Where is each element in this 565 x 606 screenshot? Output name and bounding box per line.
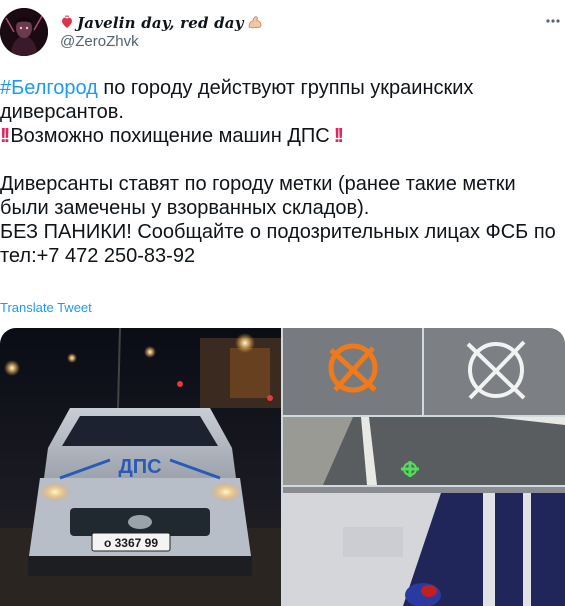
tweet-line2-text: Возможно похищение машин ДПС (10, 125, 330, 147)
tweet-line3-text: Диверсанты ставят по городу метки (ранее… (0, 173, 522, 219)
tweet-text: #Белгород по городу действуют группы укр… (0, 76, 560, 268)
tweet-header: Javelin day, red day @ZeroZhvk (0, 0, 565, 66)
photo-white-mark[interactable] (424, 328, 565, 415)
dps-label: ДПС (118, 456, 161, 478)
more-icon (546, 19, 560, 23)
name-row[interactable]: Javelin day, red day (60, 13, 263, 33)
hashtag-link[interactable]: #Белгород (0, 77, 98, 99)
photo-cctv[interactable] (283, 487, 565, 606)
license-plate: о 3367 99 (104, 536, 158, 550)
translate-tweet-link[interactable]: Translate Tweet (0, 300, 92, 315)
avatar-image (0, 8, 48, 56)
more-options-button[interactable] (540, 8, 565, 34)
display-name[interactable]: Javelin day, red day (77, 14, 244, 32)
photo-orange-mark[interactable] (283, 328, 422, 415)
double-exclamation-icon: !! (0, 125, 10, 147)
anatomical-heart-icon (60, 15, 74, 31)
double-exclamation-icon: !! (333, 125, 344, 147)
media-grid: о 3367 99 ДПС (0, 328, 565, 606)
photo-police-car[interactable]: о 3367 99 ДПС (0, 328, 281, 606)
avatar[interactable] (0, 8, 48, 56)
user-handle[interactable]: @ZeroZhvk (60, 33, 139, 50)
photo-road-mark[interactable] (283, 417, 565, 485)
tweet-line4-text: БЕЗ ПАНИКИ! Сообщайте о подозрительных л… (0, 221, 562, 267)
flexed-biceps-icon (247, 15, 263, 31)
